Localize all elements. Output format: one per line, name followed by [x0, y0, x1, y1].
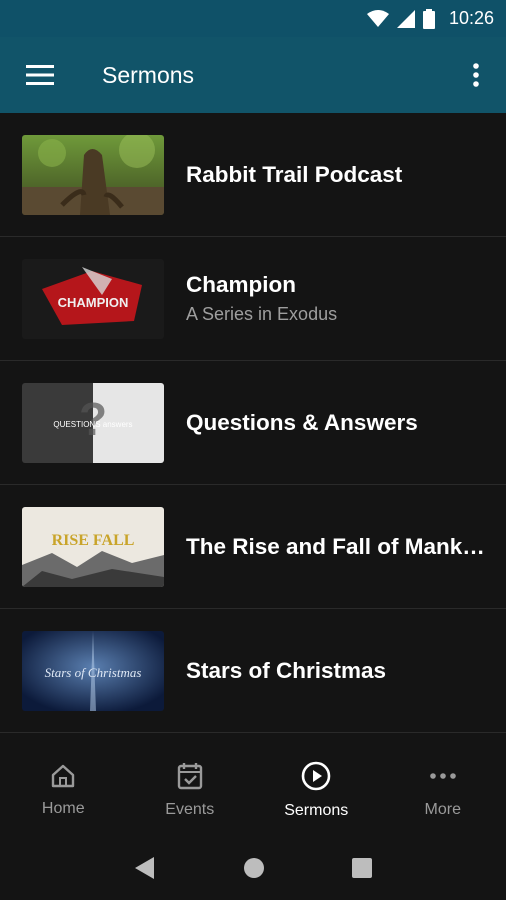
calendar-check-icon	[177, 762, 203, 795]
sermon-title: Questions & Answers	[186, 409, 418, 435]
thumb-text: Stars of Christmas	[45, 665, 142, 680]
tab-label: Events	[165, 800, 215, 818]
sermon-row-champion[interactable]: CHAMPION Champion A Series in Exodus	[0, 237, 506, 361]
thumb-text: CHAMPION	[58, 295, 129, 310]
sermon-list: Rabbit Trail Podcast CHAMPION Champion A…	[0, 113, 506, 733]
sermon-title: Rabbit Trail Podcast	[186, 161, 403, 187]
sermon-row-stars-of-christmas[interactable]: Stars of Christmas Stars of Christmas	[0, 609, 506, 733]
sermon-thumbnail: RISE FALL	[22, 506, 164, 587]
sermon-thumbnail: ? QUESTIONS answers	[22, 382, 164, 463]
hamburger-menu-icon[interactable]	[0, 37, 80, 113]
sermon-subtitle: A Series in Exodus	[186, 304, 338, 324]
sermon-thumbnail: Stars of Christmas	[22, 630, 164, 711]
page-title: Sermons	[102, 61, 195, 88]
tab-label: More	[424, 800, 461, 818]
system-navigation-bar	[0, 840, 506, 900]
back-icon[interactable]	[134, 856, 156, 885]
sermon-thumbnail: CHAMPION	[22, 258, 164, 339]
tab-more[interactable]: More	[380, 740, 506, 840]
bottom-navigation: Home Events Sermons More	[0, 740, 506, 840]
sermon-title: Champion	[186, 272, 296, 297]
sermon-row-rabbit-trail[interactable]: Rabbit Trail Podcast	[0, 113, 506, 237]
recents-square-icon[interactable]	[352, 857, 373, 883]
signal-icon	[396, 9, 415, 28]
thumb-text: RISE FALL	[52, 532, 135, 549]
status-bar: 10:26	[0, 0, 506, 37]
wifi-icon	[366, 9, 389, 28]
play-circle-icon	[301, 761, 331, 796]
sermon-row-rise-and-fall[interactable]: RISE FALL The Rise and Fall of Mank…	[0, 485, 506, 609]
more-horizontal-icon	[429, 762, 457, 795]
tab-label: Home	[41, 799, 85, 817]
tab-home[interactable]: Home	[0, 740, 127, 840]
sermon-title: Stars of Christmas	[186, 657, 387, 683]
tab-events[interactable]: Events	[127, 740, 254, 840]
thumb-text: QUESTIONS answers	[53, 420, 132, 429]
tab-sermons[interactable]: Sermons	[253, 740, 380, 840]
svg-text:?: ?	[79, 393, 107, 445]
sermon-title: The Rise and Fall of Mank…	[186, 533, 485, 559]
tab-label: Sermons	[284, 801, 349, 819]
sermon-row-questions-answers[interactable]: ? QUESTIONS answers Questions & Answers	[0, 361, 506, 485]
home-circle-icon[interactable]	[243, 857, 265, 884]
more-vertical-icon[interactable]	[446, 37, 506, 113]
home-icon	[50, 763, 76, 794]
status-time: 10:26	[448, 8, 494, 28]
battery-icon	[422, 8, 435, 29]
app-bar: Sermons	[0, 37, 506, 113]
sermon-thumbnail	[22, 134, 164, 215]
